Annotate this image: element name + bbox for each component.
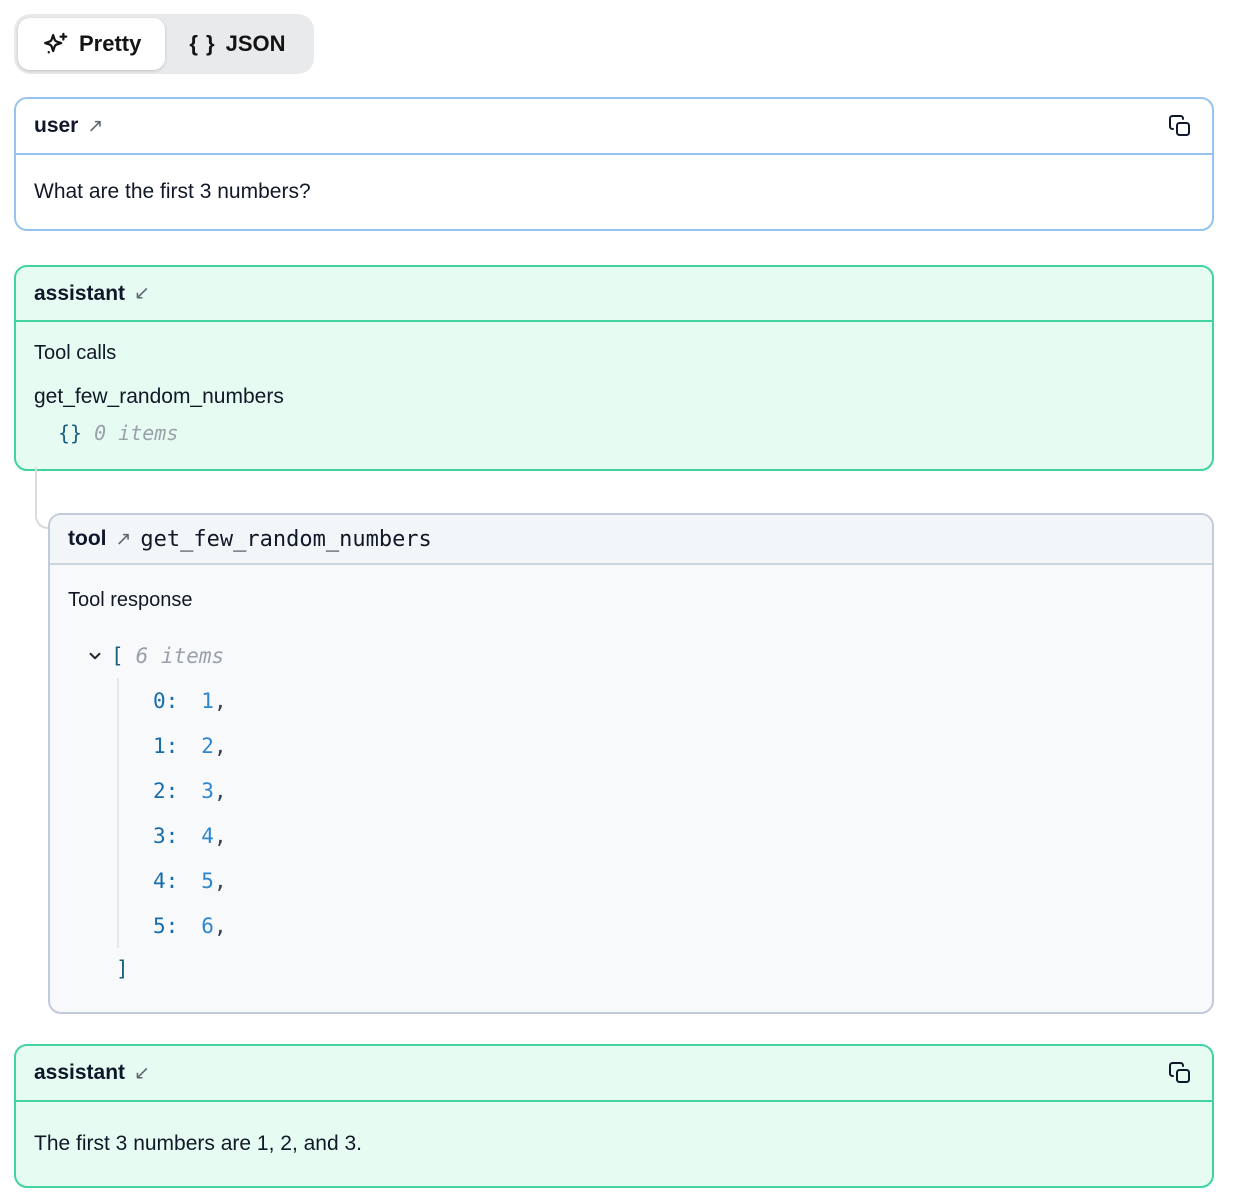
tool-call-name: get_few_random_numbers <box>34 385 1194 409</box>
chevron-down-icon[interactable] <box>86 647 104 665</box>
braces-icon: { } <box>189 31 215 57</box>
entry-index: 1: <box>153 734 178 758</box>
copy-button[interactable] <box>1166 1059 1194 1087</box>
array-entry: 4: 5, <box>153 858 1194 903</box>
tool-response-body: Tool response [ 6 items 0: 1, <box>50 565 1212 1012</box>
role-label: tool <box>68 527 106 551</box>
tab-pretty[interactable]: Pretty <box>18 18 165 70</box>
tool-response-header: tool ↗ get_few_random_numbers <box>50 515 1212 565</box>
tool-response-card: tool ↗ get_few_random_numbers Tool respo… <box>48 513 1214 1014</box>
args-summary: 0 items <box>94 421 178 445</box>
user-message-content: What are the first 3 numbers? <box>16 155 1212 229</box>
entry-index: 0: <box>153 689 178 713</box>
array-entry: 3: 4, <box>153 813 1194 858</box>
entry-comma: , <box>214 734 227 758</box>
view-mode-toggle: Pretty { } JSON <box>14 14 314 74</box>
arrow-up-right-icon: ↗ <box>115 528 131 551</box>
tool-response-label: Tool response <box>68 589 1194 612</box>
assistant-toolcall-header: assistant ↙ <box>16 267 1212 322</box>
array-entry: 2: 3, <box>153 768 1194 813</box>
assistant-toolcall-card: assistant ↙ Tool calls get_few_random_nu… <box>14 265 1214 471</box>
close-bracket: ] <box>116 957 129 981</box>
tool-name: get_few_random_numbers <box>140 527 431 552</box>
items-summary: 6 items <box>136 644 225 668</box>
json-tree: [ 6 items 0: 1, 1: 2, 2: 3, 3: 4, <box>68 640 1194 990</box>
connector-elbow-line <box>35 467 50 529</box>
assistant-final-card: assistant ↙ The first 3 numbers are 1, 2… <box>14 1044 1214 1188</box>
entry-index: 4: <box>153 869 178 893</box>
trace-viewer: Pretty { } JSON user ↗ What are the firs… <box>0 0 1244 1188</box>
open-bracket: [ <box>111 644 124 668</box>
arrow-up-right-icon: ↗ <box>87 115 103 138</box>
entry-value: 6 <box>201 914 214 938</box>
entry-index: 5: <box>153 914 178 938</box>
role-label: assistant <box>34 282 125 306</box>
json-array-header: [ 6 items <box>68 640 1194 672</box>
entry-index: 2: <box>153 779 178 803</box>
copy-button[interactable] <box>1166 112 1194 140</box>
array-entry: 0: 1, <box>153 678 1194 723</box>
copy-icon <box>1168 114 1192 138</box>
tab-pretty-label: Pretty <box>79 31 141 57</box>
assistant-toolcall-body: Tool calls get_few_random_numbers {} 0 it… <box>16 322 1212 469</box>
arrow-down-left-icon: ↙ <box>134 282 150 305</box>
entry-value: 4 <box>201 824 214 848</box>
entry-value: 2 <box>201 734 214 758</box>
entry-value: 1 <box>201 689 214 713</box>
braces-icon: {} <box>58 421 82 445</box>
entry-comma: , <box>214 689 227 713</box>
entry-index: 3: <box>153 824 178 848</box>
array-entry: 5: 6, <box>153 903 1194 948</box>
json-array-rows: 0: 1, 1: 2, 2: 3, 3: 4, 4: 5, 5: 6, <box>117 678 1194 948</box>
copy-icon <box>1168 1061 1192 1085</box>
tab-json-label: JSON <box>226 31 286 57</box>
role-label: user <box>34 114 78 138</box>
close-bracket-row: ] <box>68 948 1194 990</box>
user-message-card: user ↗ What are the first 3 numbers? <box>14 97 1214 231</box>
assistant-final-header: assistant ↙ <box>16 1046 1212 1102</box>
array-entry: 1: 2, <box>153 723 1194 768</box>
assistant-final-content: The first 3 numbers are 1, 2, and 3. <box>16 1102 1212 1186</box>
tool-calls-label: Tool calls <box>34 342 1194 365</box>
entry-value: 3 <box>201 779 214 803</box>
user-message-header: user ↗ <box>16 99 1212 155</box>
entry-value: 5 <box>201 869 214 893</box>
entry-comma: , <box>214 869 227 893</box>
toolcall-connector <box>14 471 1214 513</box>
arrow-down-left-icon: ↙ <box>134 1062 150 1085</box>
sparkles-icon <box>42 31 69 58</box>
role-label: assistant <box>34 1061 125 1085</box>
entry-comma: , <box>214 824 227 848</box>
entry-comma: , <box>214 914 227 938</box>
entry-comma: , <box>214 779 227 803</box>
tab-json[interactable]: { } JSON <box>165 18 309 70</box>
tool-call-args: {} 0 items <box>34 421 1194 445</box>
